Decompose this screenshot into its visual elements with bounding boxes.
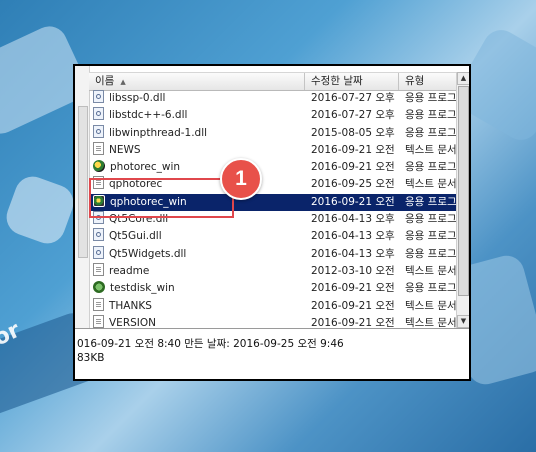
file-row[interactable]: libwinpthread-1.dll 2015-08-05 오후 ... 응용 프… [89,124,457,142]
file-name: THANKS [109,299,152,312]
file-type: 응용 프로그 [405,230,457,243]
file-row[interactable]: VERSION 2016-09-21 오전 ... 텍스트 문서 [89,314,457,329]
file-name-cell: NEWS [93,141,303,159]
file-date: 2016-09-21 오전 ... [311,195,399,208]
document-icon [93,141,104,155]
file-row[interactable]: libssp-0.dll 2016-07-27 오후 ... 응용 프로그 [89,90,457,107]
background-shape [1,171,79,249]
file-name: readme [109,264,150,277]
document-icon [93,262,104,276]
file-type: 응용 프로그 [405,247,457,260]
file-row[interactable]: THANKS 2016-09-21 오전 ... 텍스트 문서 [89,297,457,315]
file-type: 응용 프로그 [405,282,457,295]
file-date: 2016-09-25 오전 ... [311,178,399,191]
file-name: NEWS [109,143,141,156]
file-name: libstdc++-6.dll [109,109,188,122]
file-name: libssp-0.dll [109,92,166,104]
file-date: 2016-07-27 오후 ... [311,92,399,104]
file-row[interactable]: NEWS 2016-09-21 오전 ... 텍스트 문서 [89,141,457,159]
explorer-panel: 이름 ▲ 수정한 날짜 유형 libssp-0.dll 2016-07-27 오후 … [75,66,469,379]
file-type: 응용 프로그 [405,126,457,139]
file-row[interactable]: Qt5Gui.dll 2016-04-13 오후 ... 응용 프로그 [89,228,457,245]
file-name-cell: Qt5Gui.dll [93,228,303,245]
file-type: 텍스트 문서 [405,143,457,156]
highlight-box [89,178,234,218]
file-date: 2016-04-13 오후 ... [311,230,399,243]
file-date: 2016-07-27 오후 ... [311,109,399,122]
step-badge: 1 [220,158,262,200]
file-name: libwinpthread-1.dll [109,126,208,139]
file-date: 2015-08-05 오후 ... [311,126,399,139]
file-name: photorec_win [110,161,181,174]
column-header-date[interactable]: 수정한 날짜 [305,73,399,90]
column-label: 유형 [405,75,425,87]
file-date: 2016-04-13 오후 ... [311,247,399,260]
file-name-cell: THANKS [93,297,303,315]
file-name: VERSION [109,316,156,329]
dll-icon [93,245,104,259]
file-size: 83KB [77,352,105,364]
dll-icon [93,228,104,242]
file-name-cell: libstdc++-6.dll [93,107,303,124]
document-icon [93,297,104,311]
dll-icon [93,107,104,121]
file-name-cell: readme [93,262,303,280]
left-scrollbar[interactable] [78,106,88,258]
file-name-cell: testdisk_win [93,280,303,297]
file-name-cell: photorec_win [93,159,303,176]
file-date: 2016-09-21 오전 ... [311,316,399,329]
file-name-cell: Qt5Widgets.dll [93,245,303,263]
column-header-name[interactable]: 이름 ▲ [89,73,305,90]
file-type: 텍스트 문서 [405,299,457,312]
details-pane: 016-09-21 오전 8:40 만든 날짜: 2016-09-25 오전 9… [75,330,469,379]
column-header-type[interactable]: 유형 [399,73,456,90]
column-header: 이름 ▲ 수정한 날짜 유형 [89,72,456,91]
file-name: Qt5Widgets.dll [109,247,187,260]
photorec-app-icon [93,160,105,173]
dll-icon [93,90,104,103]
left-scroll-gutter [75,66,90,328]
vertical-scrollbar[interactable]: ▲ ▼ [456,72,469,328]
testdisk-app-icon [93,281,105,294]
file-name-cell: libwinpthread-1.dll [93,124,303,142]
file-type: 응용 프로그 [405,92,457,104]
document-icon [93,314,104,328]
file-name: testdisk_win [110,282,175,295]
scroll-down-button[interactable]: ▼ [457,315,469,328]
file-row[interactable]: photorec_win 2016-09-21 오전 ... 응용 프로그 [89,159,457,176]
file-date: 2016-04-13 오후 ... [311,213,399,226]
scroll-up-button[interactable]: ▲ [457,72,469,85]
file-date: 2012-03-10 오전 ... [311,264,399,277]
file-row[interactable]: readme 2012-03-10 오전 ... 텍스트 문서 [89,262,457,280]
file-row[interactable]: libstdc++-6.dll 2016-07-27 오후 ... 응용 프로그 [89,107,457,124]
explorer-window: 이름 ▲ 수정한 날짜 유형 libssp-0.dll 2016-07-27 오후 … [73,64,471,381]
file-type: 텍스트 문서 [405,178,457,191]
file-name: Qt5Gui.dll [109,230,162,243]
column-label: 이름 [95,75,115,87]
file-name-cell: libssp-0.dll [93,90,303,107]
file-type: 응용 프로그 [405,213,457,226]
file-date: 2016-09-21 오전 ... [311,282,399,295]
file-dates: 016-09-21 오전 8:40 만든 날짜: 2016-09-25 오전 9… [77,338,344,350]
file-date: 2016-09-21 오전 ... [311,161,399,174]
file-date: 2016-09-21 오전 ... [311,299,399,312]
scroll-thumb[interactable] [458,86,469,296]
file-type: 응용 프로그 [405,109,457,122]
file-type: 텍스트 문서 [405,264,457,277]
sort-up-icon: ▲ [120,78,126,86]
column-label: 수정한 날짜 [311,75,363,87]
file-row[interactable]: Qt5Widgets.dll 2016-04-13 오후 ... 응용 프로그 [89,245,457,263]
file-row[interactable]: testdisk_win 2016-09-21 오전 ... 응용 프로그 [89,280,457,297]
dll-icon [93,124,104,138]
file-type: 텍스트 문서 [405,316,457,329]
file-type: 응용 프로그 [405,161,457,174]
file-type: 응용 프로그 [405,195,457,208]
file-name-cell: VERSION [93,314,303,329]
file-date: 2016-09-21 오전 ... [311,143,399,156]
